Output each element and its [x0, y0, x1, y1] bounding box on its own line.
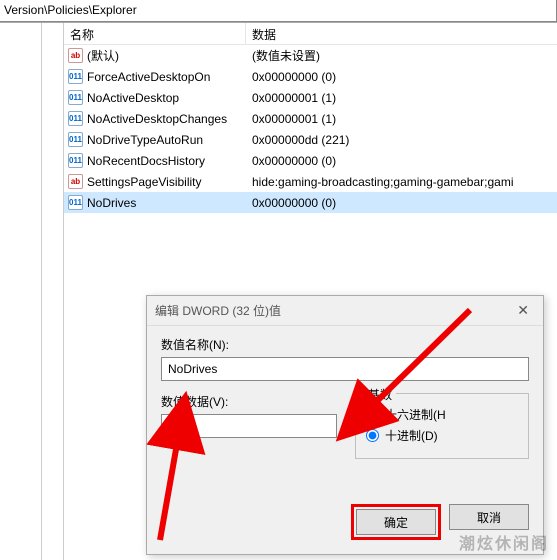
- radio-hex-input[interactable]: [366, 408, 379, 421]
- binary-value-icon: 011: [68, 69, 83, 84]
- value-data: 0x00000000 (0): [246, 196, 336, 210]
- base-group: 基数 十六进制(H 十进制(D): [355, 393, 529, 459]
- cancel-button[interactable]: 取消: [449, 504, 529, 530]
- value-data: 0x00000000 (0): [246, 70, 336, 84]
- value-row[interactable]: 011 NoActiveDesktop 0x00000001 (1): [64, 87, 557, 108]
- value-row[interactable]: ab (默认) (数值未设置): [64, 45, 557, 66]
- string-value-icon: ab: [68, 48, 83, 63]
- main-area: 名称 数据 ab (默认) (数值未设置) 011 ForceActiveDesktop…: [0, 22, 557, 560]
- value-data: 0x00000001 (1): [246, 112, 336, 126]
- radio-dec-label: 十进制(D): [385, 427, 438, 444]
- column-headers: 名称 数据: [64, 23, 557, 45]
- value-data: 0x00000001 (1): [246, 91, 336, 105]
- value-data-label: 数值数据(V):: [161, 393, 337, 410]
- value-data: 0x00000000 (0): [246, 154, 336, 168]
- value-row[interactable]: 011 NoDriveTypeAutoRun 0x000000dd (221): [64, 129, 557, 150]
- value-row[interactable]: 011 NoRecentDocsHistory 0x00000000 (0): [64, 150, 557, 171]
- value-name: NoActiveDesktopChanges: [87, 112, 227, 126]
- value-name-field[interactable]: [161, 357, 529, 381]
- value-name: NoRecentDocsHistory: [87, 154, 205, 168]
- dialog-title-text: 编辑 DWORD (32 位)值: [155, 302, 281, 319]
- radio-hex-label: 十六进制(H: [385, 406, 446, 423]
- value-data: 0x000000dd (221): [246, 133, 349, 147]
- value-data-field[interactable]: [161, 414, 337, 438]
- highlight-ok: 确定: [351, 504, 441, 540]
- radio-hex[interactable]: 十六进制(H: [366, 406, 518, 423]
- value-name: NoDrives: [87, 196, 136, 210]
- column-header-data[interactable]: 数据: [246, 23, 282, 44]
- base-group-label: 基数: [364, 386, 396, 403]
- list-pane[interactable]: 名称 数据 ab (默认) (数值未设置) 011 ForceActiveDesktop…: [64, 23, 557, 560]
- close-icon[interactable]: ✕: [511, 302, 535, 319]
- value-row[interactable]: 011 NoActiveDesktopChanges 0x00000001 (1): [64, 108, 557, 129]
- ok-button[interactable]: 确定: [356, 509, 436, 535]
- column-header-name[interactable]: 名称: [64, 23, 246, 44]
- value-row[interactable]: 011 NoDrives 0x00000000 (0): [64, 192, 557, 213]
- binary-value-icon: 011: [68, 90, 83, 105]
- value-data: (数值未设置): [246, 47, 320, 64]
- string-value-icon: ab: [68, 174, 83, 189]
- binary-value-icon: 011: [68, 132, 83, 147]
- value-name: NoActiveDesktop: [87, 91, 179, 105]
- value-name: NoDriveTypeAutoRun: [87, 133, 203, 147]
- value-name-label: 数值名称(N):: [161, 336, 529, 353]
- edit-dword-dialog: 编辑 DWORD (32 位)值 ✕ 数值名称(N): 数值数据(V): 基数: [146, 295, 544, 555]
- binary-value-icon: 011: [68, 153, 83, 168]
- value-name: ForceActiveDesktopOn: [87, 70, 210, 84]
- dialog-body: 数值名称(N): 数值数据(V): 基数 十六进制(H: [147, 326, 543, 469]
- radio-dec[interactable]: 十进制(D): [366, 427, 518, 444]
- dialog-titlebar[interactable]: 编辑 DWORD (32 位)值 ✕: [147, 296, 543, 326]
- tree-pane[interactable]: [0, 23, 42, 560]
- binary-value-icon: 011: [68, 111, 83, 126]
- address-bar[interactable]: Version\Policies\Explorer: [0, 0, 557, 22]
- value-row[interactable]: 011 ForceActiveDesktopOn 0x00000000 (0): [64, 66, 557, 87]
- value-row[interactable]: ab SettingsPageVisibility hide:gaming-broa…: [64, 171, 557, 192]
- value-name: (默认): [87, 47, 119, 64]
- binary-value-icon: 011: [68, 195, 83, 210]
- watermark: 潮炫休闲阁: [459, 530, 549, 554]
- radio-dec-input[interactable]: [366, 429, 379, 442]
- tree-pane-2[interactable]: [42, 23, 64, 560]
- value-data: hide:gaming-broadcasting;gaming-gamebar;…: [246, 175, 513, 189]
- value-name: SettingsPageVisibility: [87, 175, 202, 189]
- value-rows: ab (默认) (数值未设置) 011 ForceActiveDesktopOn 0x00…: [64, 45, 557, 213]
